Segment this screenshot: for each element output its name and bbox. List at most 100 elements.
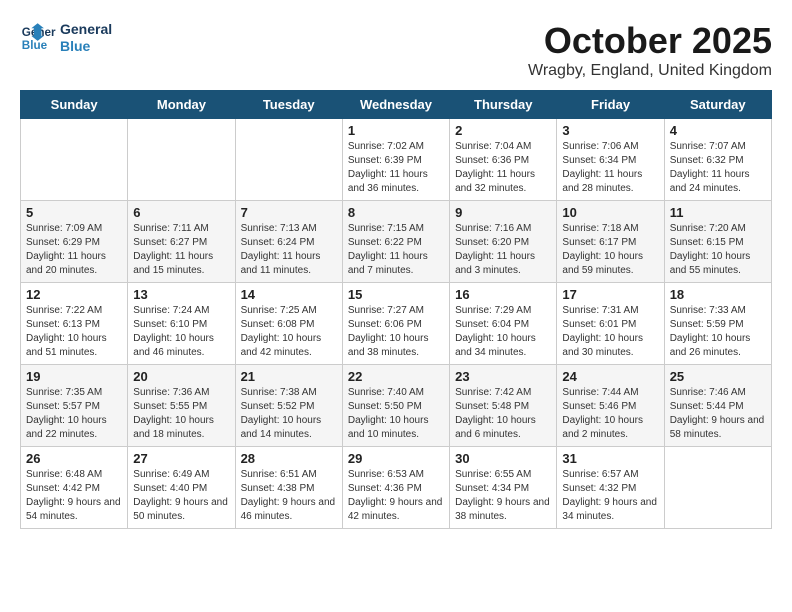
- day-number: 14: [241, 287, 337, 302]
- day-number: 26: [26, 451, 122, 466]
- day-info: Sunrise: 7:40 AM Sunset: 5:50 PM Dayligh…: [348, 386, 444, 442]
- svg-text:Blue: Blue: [22, 39, 48, 52]
- weekday-header-row: SundayMondayTuesdayWednesdayThursdayFrid…: [21, 91, 772, 119]
- location-title: Wragby, England, United Kingdom: [528, 62, 772, 80]
- calendar-cell: 30 Sunrise: 6:55 AM Sunset: 4:34 PM Dayli…: [450, 447, 557, 529]
- day-info: Sunrise: 6:53 AM Sunset: 4:36 PM Dayligh…: [348, 468, 444, 524]
- week-row-2: 12 Sunrise: 7:22 AM Sunset: 6:13 PM Dayli…: [21, 283, 772, 365]
- day-number: 27: [133, 451, 229, 466]
- day-info: Sunrise: 6:48 AM Sunset: 4:42 PM Dayligh…: [26, 468, 122, 524]
- calendar-cell: 21Sunrise: 7:38 AM Sunset: 5:52 PM Dayli…: [235, 365, 342, 447]
- day-info: Sunrise: 7:31 AM Sunset: 6:01 PM Dayligh…: [562, 304, 658, 360]
- weekday-header-friday: Friday: [557, 91, 664, 119]
- calendar-cell: 28Sunrise: 6:51 AM Sunset: 4:38 PM Dayli…: [235, 447, 342, 529]
- day-number: 19: [26, 369, 122, 384]
- calendar-cell: 1 Sunrise: 7:02 AM Sunset: 6:39 PM Daylig…: [342, 119, 449, 201]
- day-number: 29: [348, 451, 444, 466]
- calendar-cell: 7 Sunrise: 7:13 AM Sunset: 6:24 PM Daylig…: [235, 201, 342, 283]
- weekday-header-monday: Monday: [128, 91, 235, 119]
- logo-icon: General Blue: [20, 20, 56, 56]
- day-number: 6: [133, 205, 229, 220]
- day-number: 11: [670, 205, 766, 220]
- calendar-cell: 8Sunrise: 7:15 AM Sunset: 6:22 PM Daylig…: [342, 201, 449, 283]
- calendar-cell: [21, 119, 128, 201]
- calendar-cell: [235, 119, 342, 201]
- calendar-cell: 27Sunrise: 6:49 AM Sunset: 4:40 PM Dayli…: [128, 447, 235, 529]
- day-number: 15: [348, 287, 444, 302]
- day-info: Sunrise: 7:16 AM Sunset: 6:20 PM Dayligh…: [455, 222, 551, 278]
- calendar-cell: [664, 447, 771, 529]
- weekday-header-wednesday: Wednesday: [342, 91, 449, 119]
- calendar-cell: 16 Sunrise: 7:29 AM Sunset: 6:04 PM Dayli…: [450, 283, 557, 365]
- day-number: 9: [455, 205, 551, 220]
- calendar-cell: [128, 119, 235, 201]
- logo: General Blue General Blue: [20, 20, 112, 56]
- day-info: Sunrise: 7:27 AM Sunset: 6:06 PM Dayligh…: [348, 304, 444, 360]
- day-info: Sunrise: 7:42 AM Sunset: 5:48 PM Dayligh…: [455, 386, 551, 442]
- calendar-cell: 25Sunrise: 7:46 AM Sunset: 5:44 PM Dayli…: [664, 365, 771, 447]
- day-number: 16: [455, 287, 551, 302]
- calendar-cell: 15 Sunrise: 7:27 AM Sunset: 6:06 PM Dayli…: [342, 283, 449, 365]
- day-info: Sunrise: 7:02 AM Sunset: 6:39 PM Dayligh…: [348, 140, 444, 196]
- day-number: 25: [670, 369, 766, 384]
- day-number: 18: [670, 287, 766, 302]
- day-number: 3: [562, 123, 658, 138]
- day-number: 4: [670, 123, 766, 138]
- calendar-cell: 24 Sunrise: 7:44 AM Sunset: 5:46 PM Dayli…: [557, 365, 664, 447]
- day-info: Sunrise: 7:44 AM Sunset: 5:46 PM Dayligh…: [562, 386, 658, 442]
- day-info: Sunrise: 7:07 AM Sunset: 6:32 PM Dayligh…: [670, 140, 766, 196]
- logo-text-general: General: [60, 21, 112, 38]
- calendar-cell: 31Sunrise: 6:57 AM Sunset: 4:32 PM Dayli…: [557, 447, 664, 529]
- day-info: Sunrise: 6:57 AM Sunset: 4:32 PM Dayligh…: [562, 468, 658, 524]
- day-number: 23: [455, 369, 551, 384]
- weekday-header-thursday: Thursday: [450, 91, 557, 119]
- calendar-cell: 29 Sunrise: 6:53 AM Sunset: 4:36 PM Dayli…: [342, 447, 449, 529]
- week-row-1: 5 Sunrise: 7:09 AM Sunset: 6:29 PM Daylig…: [21, 201, 772, 283]
- calendar-cell: 9 Sunrise: 7:16 AM Sunset: 6:20 PM Daylig…: [450, 201, 557, 283]
- day-info: Sunrise: 7:15 AM Sunset: 6:22 PM Dayligh…: [348, 222, 444, 278]
- calendar-cell: 23 Sunrise: 7:42 AM Sunset: 5:48 PM Dayli…: [450, 365, 557, 447]
- header: General Blue General Blue October 2025 W…: [20, 20, 772, 80]
- calendar-cell: 13Sunrise: 7:24 AM Sunset: 6:10 PM Dayli…: [128, 283, 235, 365]
- calendar-cell: 17 Sunrise: 7:31 AM Sunset: 6:01 PM Dayli…: [557, 283, 664, 365]
- title-area: October 2025 Wragby, England, United Kin…: [528, 20, 772, 80]
- day-number: 17: [562, 287, 658, 302]
- day-info: Sunrise: 6:51 AM Sunset: 4:38 PM Dayligh…: [241, 468, 337, 524]
- day-number: 20: [133, 369, 229, 384]
- week-row-4: 26 Sunrise: 6:48 AM Sunset: 4:42 PM Dayli…: [21, 447, 772, 529]
- day-number: 24: [562, 369, 658, 384]
- day-number: 5: [26, 205, 122, 220]
- day-info: Sunrise: 7:22 AM Sunset: 6:13 PM Dayligh…: [26, 304, 122, 360]
- calendar-cell: 19Sunrise: 7:35 AM Sunset: 5:57 PM Dayli…: [21, 365, 128, 447]
- day-info: Sunrise: 7:33 AM Sunset: 5:59 PM Dayligh…: [670, 304, 766, 360]
- weekday-header-tuesday: Tuesday: [235, 91, 342, 119]
- week-row-3: 19Sunrise: 7:35 AM Sunset: 5:57 PM Dayli…: [21, 365, 772, 447]
- day-number: 12: [26, 287, 122, 302]
- day-number: 21: [241, 369, 337, 384]
- day-info: Sunrise: 7:13 AM Sunset: 6:24 PM Dayligh…: [241, 222, 337, 278]
- day-number: 30: [455, 451, 551, 466]
- calendar-cell: 3 Sunrise: 7:06 AM Sunset: 6:34 PM Daylig…: [557, 119, 664, 201]
- day-info: Sunrise: 7:18 AM Sunset: 6:17 PM Dayligh…: [562, 222, 658, 278]
- calendar-cell: 26 Sunrise: 6:48 AM Sunset: 4:42 PM Dayli…: [21, 447, 128, 529]
- month-title: October 2025: [528, 20, 772, 62]
- day-info: Sunrise: 7:25 AM Sunset: 6:08 PM Dayligh…: [241, 304, 337, 360]
- calendar-cell: 2Sunrise: 7:04 AM Sunset: 6:36 PM Daylig…: [450, 119, 557, 201]
- day-number: 7: [241, 205, 337, 220]
- day-info: Sunrise: 7:29 AM Sunset: 6:04 PM Dayligh…: [455, 304, 551, 360]
- calendar-cell: 10 Sunrise: 7:18 AM Sunset: 6:17 PM Dayli…: [557, 201, 664, 283]
- day-info: Sunrise: 7:06 AM Sunset: 6:34 PM Dayligh…: [562, 140, 658, 196]
- day-info: Sunrise: 7:04 AM Sunset: 6:36 PM Dayligh…: [455, 140, 551, 196]
- day-info: Sunrise: 6:55 AM Sunset: 4:34 PM Dayligh…: [455, 468, 551, 524]
- weekday-header-saturday: Saturday: [664, 91, 771, 119]
- calendar-cell: 12 Sunrise: 7:22 AM Sunset: 6:13 PM Dayli…: [21, 283, 128, 365]
- logo-text-blue: Blue: [60, 38, 112, 55]
- day-info: Sunrise: 7:36 AM Sunset: 5:55 PM Dayligh…: [133, 386, 229, 442]
- calendar-table: SundayMondayTuesdayWednesdayThursdayFrid…: [20, 90, 772, 529]
- day-number: 10: [562, 205, 658, 220]
- day-number: 22: [348, 369, 444, 384]
- calendar-cell: 18 Sunrise: 7:33 AM Sunset: 5:59 PM Dayli…: [664, 283, 771, 365]
- day-number: 1: [348, 123, 444, 138]
- day-info: Sunrise: 7:09 AM Sunset: 6:29 PM Dayligh…: [26, 222, 122, 278]
- weekday-header-sunday: Sunday: [21, 91, 128, 119]
